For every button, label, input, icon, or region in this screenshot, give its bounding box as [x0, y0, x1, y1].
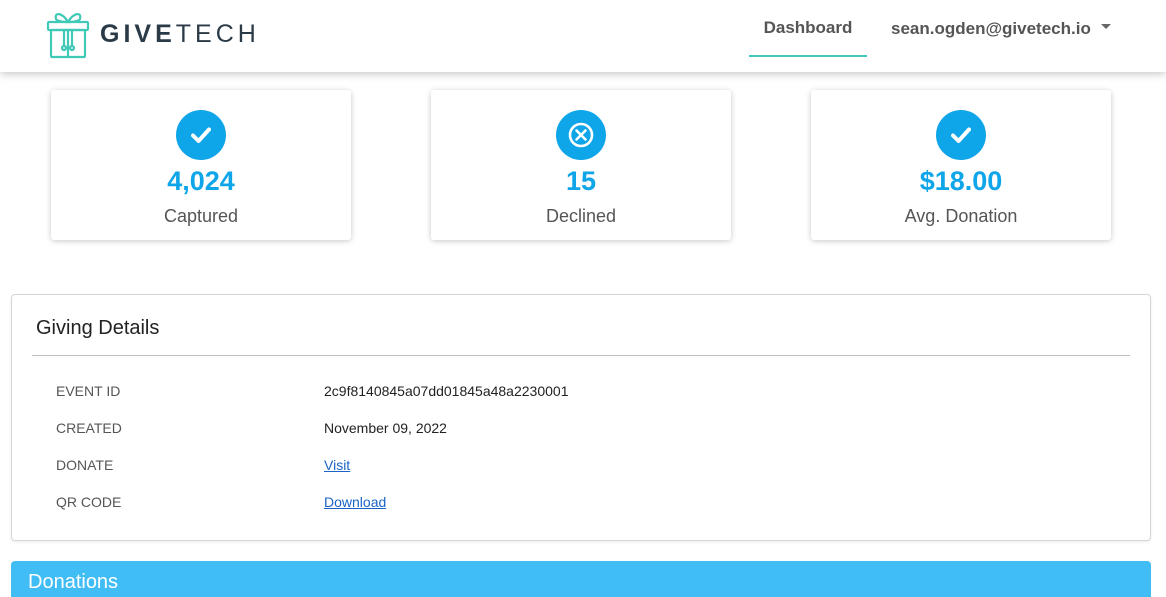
stat-value: $18.00 [919, 166, 1003, 196]
gift-icon [46, 8, 90, 60]
detail-row-created: CREATED November 09, 2022 [56, 420, 1116, 440]
brand-name-bold: GIVE [100, 19, 176, 48]
detail-key: EVENT ID [56, 383, 121, 399]
top-navbar: GIVETECH Dashboard sean.ogden@givetech.i… [0, 0, 1166, 72]
brand-name-light: TECH [175, 19, 260, 48]
donations-title: Donations [28, 571, 119, 593]
stat-card-captured: 4,024 Captured [51, 90, 351, 240]
donate-visit-link[interactable]: Visit [324, 457, 350, 473]
nav-dashboard-link[interactable]: Dashboard [749, 0, 867, 57]
giving-details-title: Giving Details [36, 317, 160, 339]
detail-key: DONATE [56, 457, 114, 473]
detail-key: QR CODE [56, 494, 122, 510]
user-menu-dropdown[interactable]: sean.ogden@givetech.io [891, 0, 1111, 57]
brand-logo[interactable]: GIVETECH [46, 8, 260, 60]
stat-value: 4,024 [167, 166, 235, 196]
caret-down-icon [1100, 24, 1111, 29]
giving-details-card: Giving Details EVENT ID 2c9f8140845a07dd… [11, 294, 1151, 541]
event-id-value: 2c9f8140845a07dd01845a48a2230001 [324, 383, 569, 399]
donations-section-header: Donations [11, 561, 1151, 597]
detail-value: Download [324, 494, 386, 510]
detail-row-event-id: EVENT ID 2c9f8140845a07dd01845a48a223000… [56, 383, 1116, 403]
stat-card-avg-donation: $18.00 Avg. Donation [811, 90, 1111, 240]
qr-code-download-link[interactable]: Download [324, 494, 386, 510]
x-circle-icon [556, 110, 606, 160]
user-email: sean.ogden@givetech.io [891, 18, 1091, 38]
stat-label: Declined [545, 206, 617, 226]
check-circle-icon [176, 110, 226, 160]
detail-row-donate: DONATE Visit [56, 457, 1116, 477]
check-circle-icon [936, 110, 986, 160]
stat-value: 15 [565, 166, 597, 196]
detail-row-qr-code: QR CODE Download [56, 494, 1116, 514]
stat-label: Captured [163, 206, 239, 226]
brand-wordmark: GIVETECH [100, 19, 260, 48]
divider [32, 355, 1130, 356]
stat-label: Avg. Donation [904, 206, 1018, 226]
stat-card-declined: 15 Declined [431, 90, 731, 240]
detail-key: CREATED [56, 420, 122, 436]
created-date-value: November 09, 2022 [324, 420, 447, 436]
detail-value: Visit [324, 457, 350, 473]
